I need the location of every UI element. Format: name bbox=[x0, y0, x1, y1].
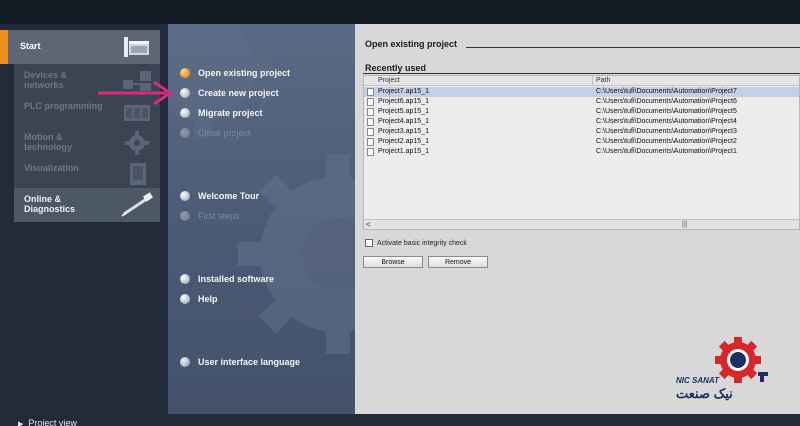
globe-icon bbox=[180, 357, 190, 367]
row-project: Project6.ap15_1 bbox=[378, 98, 429, 105]
action-first-steps-label: First steps bbox=[198, 211, 240, 221]
action-close-project: Close project bbox=[180, 126, 251, 140]
portal-online-label: Online & Diagnostics bbox=[24, 194, 76, 214]
status-bar bbox=[0, 414, 800, 426]
integrity-check-checkbox[interactable]: Activate basic integrity check bbox=[365, 239, 467, 247]
action-installed-label: Installed software bbox=[198, 274, 275, 284]
action-create-new-project[interactable]: Create new project bbox=[180, 86, 279, 100]
row-project: Project4.ap15_1 bbox=[378, 118, 429, 125]
table-row[interactable]: Project4.ap15_1 C:\Users\tufi\Documents\… bbox=[364, 117, 799, 127]
triangle-right-icon: ▶ bbox=[18, 421, 24, 426]
action-installed-software[interactable]: Installed software bbox=[180, 272, 274, 286]
portal-motion-technology[interactable]: Motion & technology bbox=[14, 126, 160, 160]
recent-divider bbox=[363, 73, 800, 74]
recently-used-heading: Recently used bbox=[365, 63, 427, 73]
gear-icon bbox=[125, 131, 149, 155]
radio-disabled-icon bbox=[180, 128, 190, 138]
portal-motion-label: Motion & technology bbox=[24, 132, 73, 152]
table-row[interactable]: Project6.ap15_1 C:\Users\tufi\Documents\… bbox=[364, 97, 799, 107]
background-gear-icon bbox=[238, 154, 355, 354]
project-file-icon bbox=[367, 88, 374, 96]
action-welcome-tour[interactable]: Welcome Tour bbox=[180, 189, 259, 203]
row-project: Project7.ap15_1 bbox=[378, 88, 429, 95]
row-path: C:\Users\tufi\Documents\Automation\Proje… bbox=[596, 108, 737, 115]
column-header-project[interactable]: Project bbox=[378, 77, 400, 84]
action-open-existing-project[interactable]: Open existing project bbox=[180, 66, 290, 80]
project-view-link[interactable]: ▶ Project view bbox=[18, 418, 77, 426]
table-header: Project Path bbox=[364, 76, 799, 86]
title-bar bbox=[0, 0, 800, 24]
action-open-label: Open existing project bbox=[198, 68, 291, 78]
portal-devices-label: Devices & networks bbox=[24, 70, 68, 90]
browse-button[interactable]: Browse bbox=[363, 256, 423, 268]
scroll-left-icon[interactable]: < bbox=[366, 220, 371, 230]
column-separator[interactable] bbox=[592, 76, 593, 86]
title-divider bbox=[466, 47, 800, 48]
action-migrate-label: Migrate project bbox=[198, 108, 263, 118]
nic-sanat-logo: NIC SANAT نیک صنعت bbox=[676, 336, 786, 408]
row-path: C:\Users\tufi\Documents\Automation\Proje… bbox=[596, 148, 737, 155]
table-row[interactable]: Project2.ap15_1 C:\Users\tufi\Documents\… bbox=[364, 137, 799, 147]
horizontal-scrollbar[interactable]: < ||| bbox=[364, 219, 799, 229]
table-row[interactable]: Project7.ap15_1 C:\Users\tufi\Documents\… bbox=[364, 87, 799, 97]
action-welcome-label: Welcome Tour bbox=[198, 191, 260, 201]
table-row[interactable]: Project1.ap15_1 C:\Users\tufi\Documents\… bbox=[364, 147, 799, 157]
portal-visualization[interactable]: Visualization bbox=[14, 157, 160, 191]
logo-persian-text: نیک صنعت bbox=[676, 386, 733, 401]
portal-start-button[interactable]: Start bbox=[0, 30, 160, 64]
radio-icon bbox=[180, 108, 190, 118]
row-project: Project2.ap15_1 bbox=[378, 138, 429, 145]
row-path: C:\Users\tufi\Documents\Automation\Proje… bbox=[596, 98, 737, 105]
remove-button[interactable]: Remove bbox=[428, 256, 488, 268]
project-file-icon bbox=[367, 108, 374, 116]
start-portal-icon bbox=[124, 37, 149, 57]
column-header-path[interactable]: Path bbox=[596, 77, 610, 84]
portal-online-diagnostics[interactable]: Online & Diagnostics bbox=[14, 188, 160, 222]
table-row[interactable]: Project5.ap15_1 C:\Users\tufi\Documents\… bbox=[364, 107, 799, 117]
radio-icon bbox=[180, 274, 190, 284]
action-language-label: User interface language bbox=[198, 357, 301, 367]
hmi-panel-icon bbox=[130, 163, 146, 185]
portal-visualization-label: Visualization bbox=[24, 163, 79, 173]
project-file-icon bbox=[367, 118, 374, 126]
row-project: Project1.ap15_1 bbox=[378, 148, 429, 155]
row-path: C:\Users\tufi\Documents\Automation\Proje… bbox=[596, 118, 737, 125]
action-help[interactable]: Help bbox=[180, 292, 218, 306]
radio-disabled-icon bbox=[180, 211, 190, 221]
project-file-icon bbox=[367, 148, 374, 156]
row-path: C:\Users\tufi\Documents\Automation\Proje… bbox=[596, 128, 737, 135]
action-close-label: Close project bbox=[198, 128, 251, 138]
action-first-steps: First steps bbox=[180, 209, 240, 223]
table-row[interactable]: Project3.ap15_1 C:\Users\tufi\Documents\… bbox=[364, 127, 799, 137]
radio-active-icon bbox=[180, 68, 190, 78]
recent-projects-table: Project Path Project7.ap15_1 C:\Users\tu… bbox=[363, 75, 800, 230]
action-create-label: Create new project bbox=[198, 88, 279, 98]
project-view-label: Project view bbox=[28, 418, 77, 426]
logo-brand-text: NIC SANAT bbox=[676, 376, 719, 385]
action-migrate-project[interactable]: Migrate project bbox=[180, 106, 263, 120]
radio-icon bbox=[180, 294, 190, 304]
action-user-interface-language[interactable]: User interface language bbox=[180, 355, 300, 369]
radio-icon bbox=[180, 191, 190, 201]
row-path: C:\Users\tufi\Documents\Automation\Proje… bbox=[596, 88, 737, 95]
probe-icon bbox=[121, 192, 153, 217]
row-project: Project5.ap15_1 bbox=[378, 108, 429, 115]
checkbox-icon[interactable] bbox=[365, 239, 373, 247]
project-file-icon bbox=[367, 138, 374, 146]
integrity-check-label: Activate basic integrity check bbox=[377, 239, 467, 247]
pane-title: Open existing project bbox=[365, 39, 458, 49]
action-help-label: Help bbox=[198, 294, 218, 304]
radio-icon bbox=[180, 88, 190, 98]
project-file-icon bbox=[367, 128, 374, 136]
row-project: Project3.ap15_1 bbox=[378, 128, 429, 135]
project-file-icon bbox=[367, 98, 374, 106]
start-actions-panel: Open existing project Create new project… bbox=[168, 24, 355, 414]
annotation-arrow-icon bbox=[98, 80, 173, 106]
scroll-grip-icon[interactable]: ||| bbox=[682, 220, 687, 230]
active-indicator bbox=[0, 30, 8, 64]
portal-plc-label: PLC programming bbox=[24, 101, 103, 111]
row-path: C:\Users\tufi\Documents\Automation\Proje… bbox=[596, 138, 737, 145]
portal-start-label: Start bbox=[20, 41, 41, 51]
gear-logo-icon bbox=[715, 337, 768, 383]
